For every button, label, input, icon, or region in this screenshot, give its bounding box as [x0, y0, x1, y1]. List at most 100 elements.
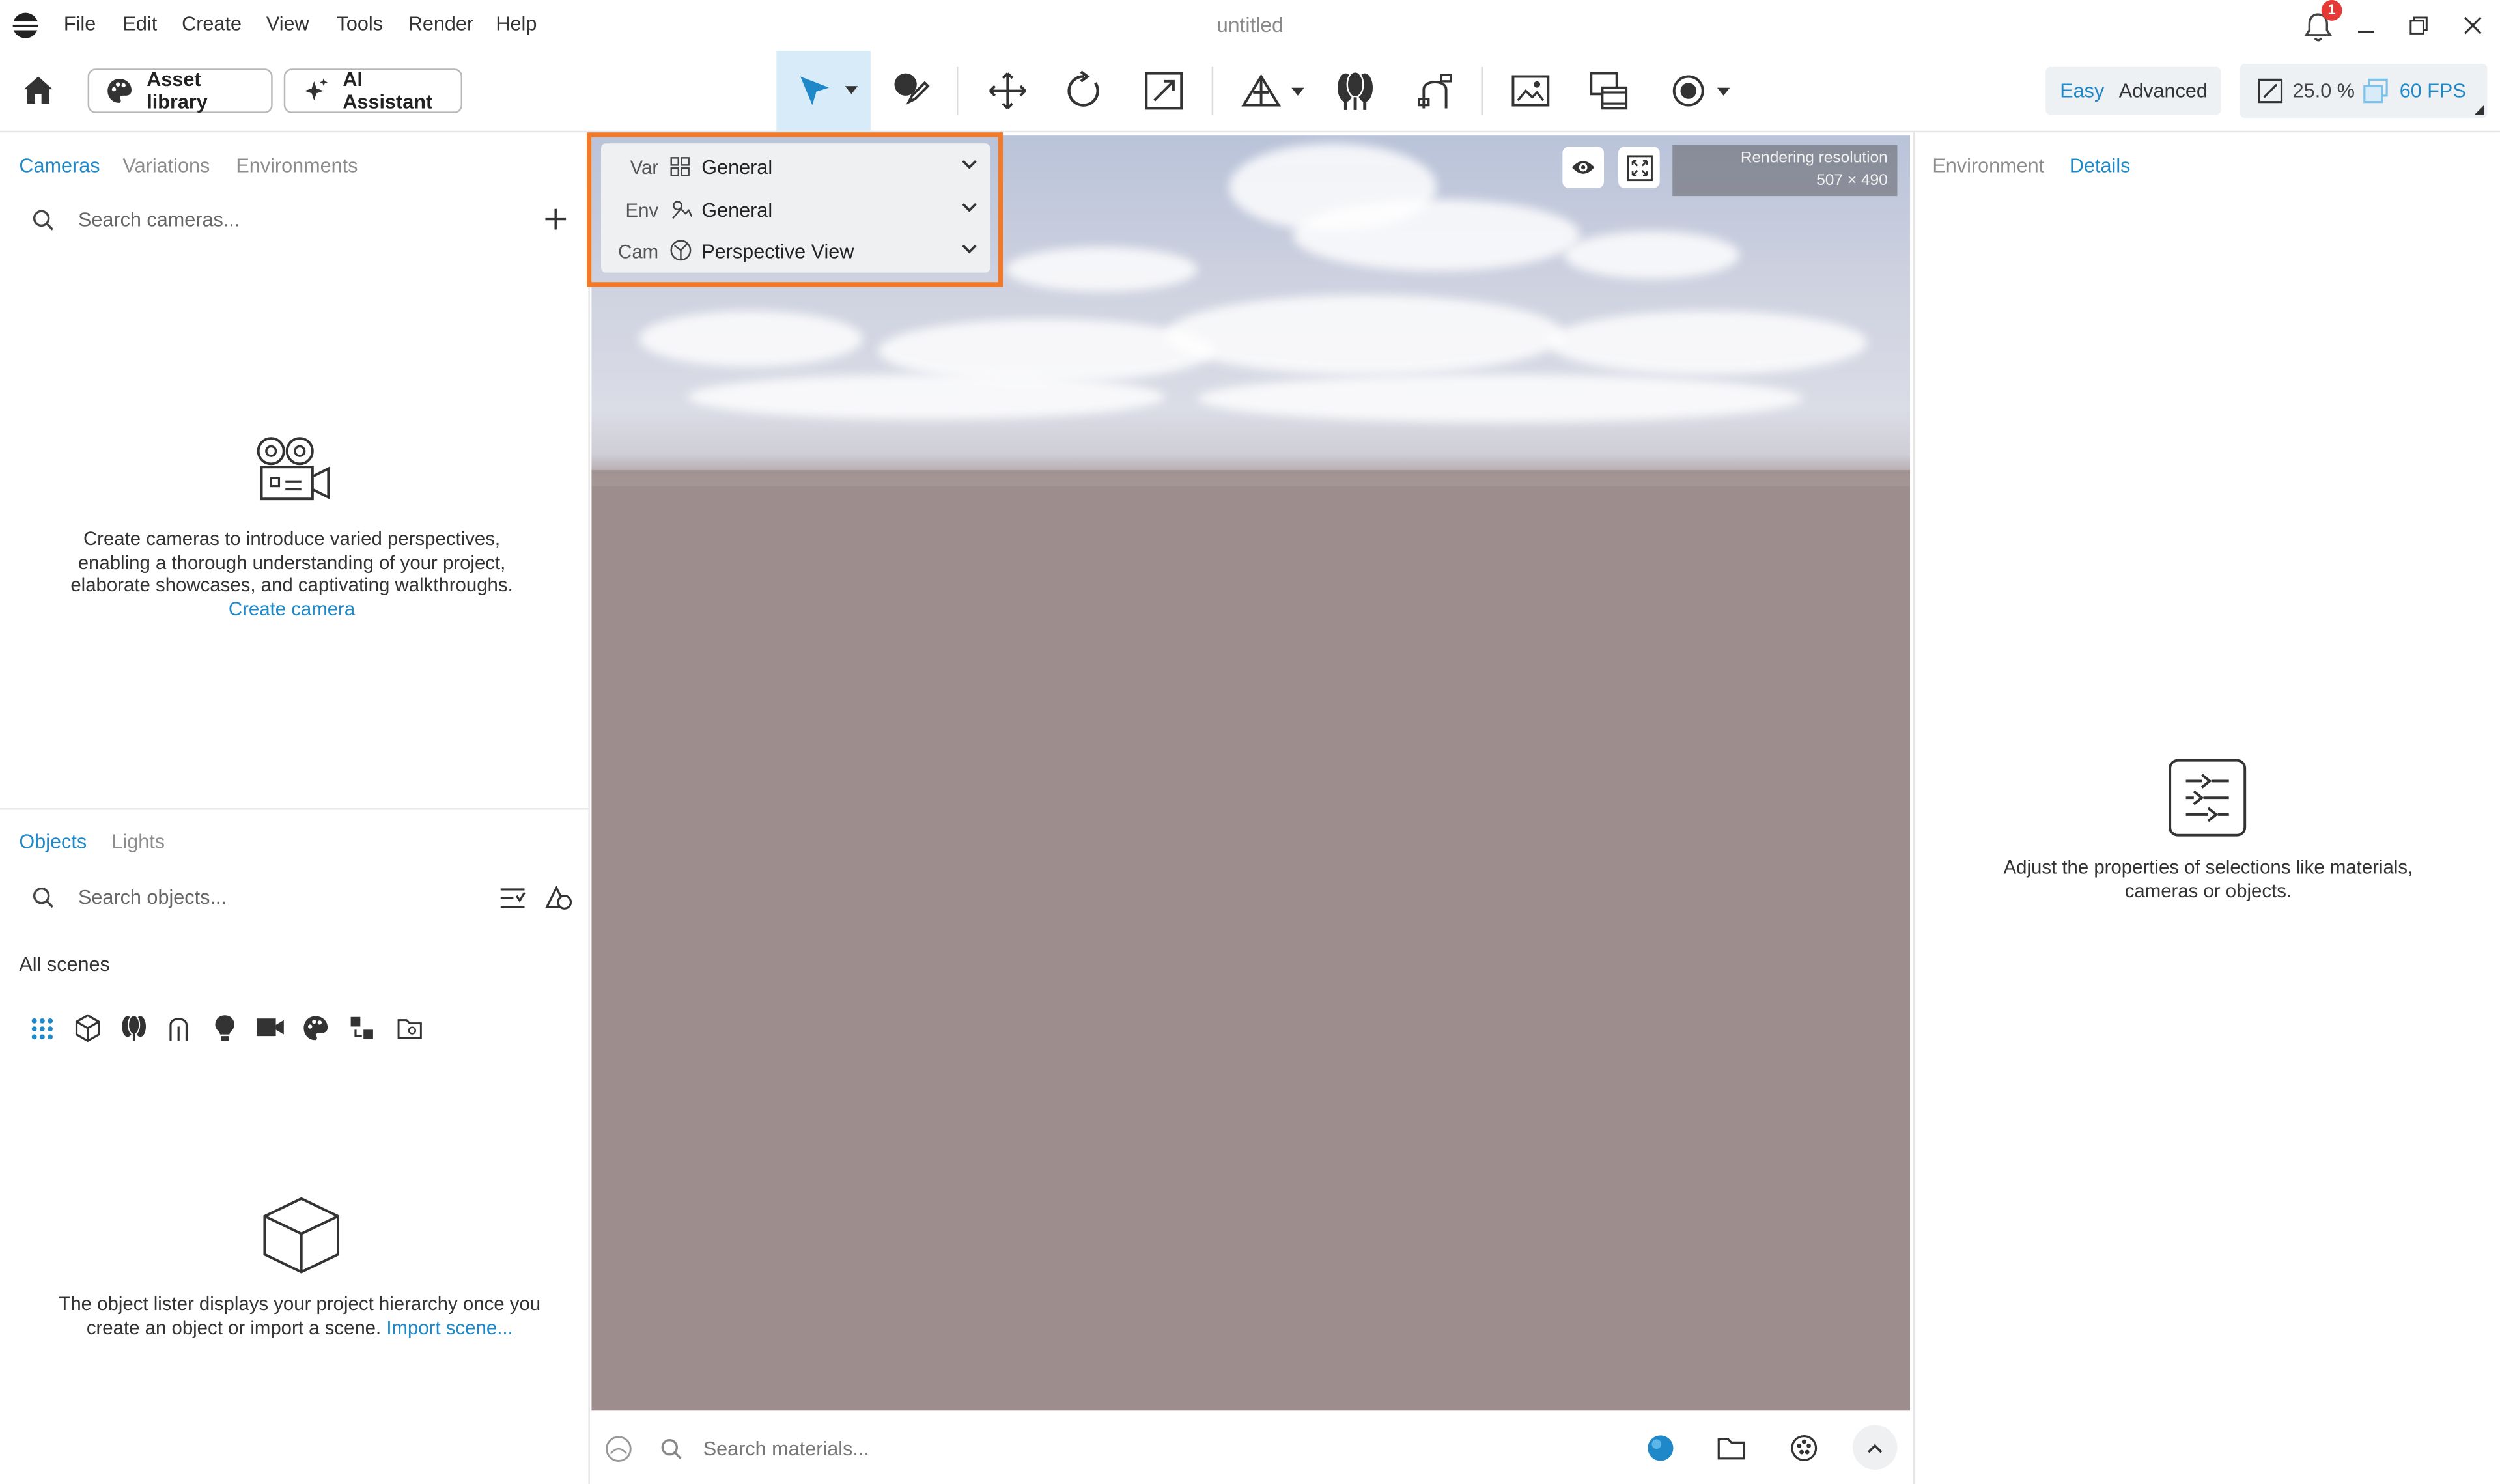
rotate-icon [1063, 70, 1105, 112]
shapes-filter-icon[interactable] [544, 883, 572, 912]
folder-icon[interactable] [1717, 1436, 1746, 1461]
folder-icon[interactable] [397, 1017, 423, 1039]
toolbar-divider [956, 66, 959, 115]
cameras-empty-line: enabling a thorough understanding of you… [77, 550, 506, 574]
left-panel-divider [0, 808, 589, 810]
tab-objects[interactable]: Objects [19, 830, 87, 852]
cloud [1564, 231, 1740, 279]
menu-edit[interactable]: Edit [123, 13, 158, 35]
tab-variations[interactable]: Variations [123, 154, 210, 176]
scale-tool-button[interactable] [1135, 61, 1192, 121]
menu-render[interactable]: Render [408, 13, 473, 35]
objects-empty-message: The object lister displays your project … [29, 1293, 570, 1339]
mode-easy[interactable]: Easy [2060, 79, 2104, 102]
render-video-tool-button[interactable] [1580, 61, 1637, 121]
import-scene-link[interactable]: Import scene... [386, 1316, 513, 1338]
scene-scope-label[interactable]: All scenes [19, 953, 110, 975]
tab-lights[interactable]: Lights [111, 830, 165, 852]
tab-details[interactable]: Details [2070, 154, 2131, 176]
cloud [1197, 374, 1804, 423]
search-cameras-input[interactable]: Search cameras... [78, 209, 240, 231]
notification-badge: 1 [2321, 0, 2342, 21]
vegetation-tool-button[interactable] [1327, 61, 1384, 121]
path-tool-button[interactable] [1406, 61, 1463, 121]
main-toolbar: Asset library AI Assistant Easy Advanced… [0, 51, 2500, 133]
cloud [878, 318, 1214, 383]
chevron-down-icon[interactable] [845, 86, 858, 96]
render-image-tool-button[interactable] [1502, 61, 1559, 121]
vegetation-icon[interactable] [120, 1014, 148, 1043]
create-camera-link[interactable]: Create camera [29, 597, 555, 620]
visibility-toggle-button[interactable] [1562, 147, 1604, 188]
fullscreen-button[interactable] [1618, 147, 1660, 188]
filter-list-icon[interactable] [499, 886, 526, 910]
material-palette-icon[interactable] [1790, 1435, 1818, 1462]
move-tool-button[interactable] [979, 61, 1036, 121]
home-icon[interactable] [22, 75, 54, 105]
right-panel-border [1913, 132, 1915, 1484]
menu-create[interactable]: Create [182, 13, 242, 35]
path-icon[interactable] [166, 1014, 191, 1043]
tab-cameras[interactable]: Cameras [19, 154, 100, 176]
viewport-stats: 25.0 % 60 FPS [2240, 63, 2488, 119]
material-sphere-icon[interactable] [604, 1435, 633, 1463]
zoom-level[interactable]: 25.0 % [2293, 79, 2355, 102]
capture-tool-button[interactable] [1660, 61, 1717, 121]
select-tool-button[interactable] [776, 51, 871, 131]
ai-assistant-button[interactable]: AI Assistant [283, 68, 463, 113]
chevron-down-icon[interactable] [1717, 87, 1730, 98]
material-icon[interactable] [302, 1014, 330, 1043]
cameras-empty-line: elaborate showcases, and captivating wal… [70, 574, 513, 596]
cloud [639, 311, 863, 367]
selection-highlight [586, 132, 1003, 287]
app-logo-icon[interactable] [11, 11, 40, 40]
objects-empty-line: The object lister displays your project … [59, 1293, 541, 1315]
cube-icon[interactable] [74, 1014, 102, 1043]
grid-icon[interactable] [31, 1017, 55, 1041]
cameras-empty-line: Create cameras to introduce varied persp… [83, 527, 501, 550]
mode-advanced[interactable]: Advanced [2119, 79, 2208, 102]
palette-icon [105, 76, 134, 105]
cloud [1548, 311, 1867, 375]
3d-viewport[interactable] [591, 135, 1911, 1411]
rotate-tool-button[interactable] [1056, 61, 1113, 121]
layers-icon [2363, 78, 2388, 104]
tab-environment[interactable]: Environment [1932, 154, 2044, 176]
fullscreen-icon [1625, 154, 1653, 181]
properties-sliders-icon [2169, 759, 2247, 837]
chevron-down-icon[interactable] [1291, 87, 1304, 98]
menu-view[interactable]: View [266, 13, 309, 35]
tab-environments[interactable]: Environments [236, 154, 358, 176]
paint-tool-button[interactable] [882, 61, 939, 121]
asset-library-label: Asset library [147, 68, 208, 113]
cameras-empty-message: Create cameras to introduce varied persp… [29, 527, 555, 620]
search-materials-input[interactable]: Search materials... [703, 1438, 869, 1460]
search-objects-input[interactable]: Search objects... [78, 886, 227, 908]
path-icon [1414, 70, 1456, 112]
search-icon [660, 1438, 682, 1460]
film-icon [1588, 70, 1630, 112]
globe-icon[interactable] [1647, 1435, 1674, 1462]
menu-help[interactable]: Help [496, 13, 537, 35]
ground-plane [591, 470, 1911, 1411]
terrain-tool-button[interactable] [1233, 61, 1290, 121]
close-icon[interactable] [2464, 16, 2482, 35]
menu-file[interactable]: File [64, 13, 96, 35]
restore-icon[interactable] [2409, 16, 2428, 35]
light-icon[interactable] [212, 1014, 238, 1043]
add-camera-icon[interactable] [545, 208, 567, 230]
minimize-icon[interactable] [2357, 16, 2376, 35]
scale-icon [1143, 70, 1185, 112]
toolbar-divider [1481, 66, 1483, 115]
variation-icon[interactable] [349, 1015, 374, 1041]
asset-library-button[interactable]: Asset library [87, 68, 273, 113]
record-icon [1669, 72, 1707, 110]
rendering-resolution-value: 507 × 490 [1816, 172, 1888, 190]
fps-readout[interactable]: 60 FPS [2400, 79, 2466, 102]
menu-tools[interactable]: Tools [337, 13, 383, 35]
toolbar-divider [1211, 66, 1214, 115]
expand-material-bar-button[interactable] [1852, 1425, 1898, 1470]
left-panel-border [588, 132, 590, 1484]
video-camera-icon[interactable] [255, 1015, 286, 1039]
objects-empty-line2: create an object or import a scene. Impo… [29, 1316, 570, 1339]
